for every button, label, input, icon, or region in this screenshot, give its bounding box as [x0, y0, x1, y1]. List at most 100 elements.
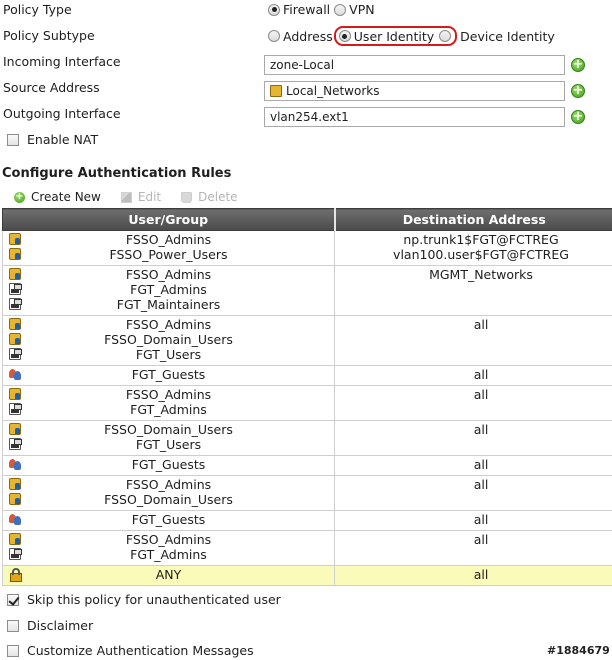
fsso-icon: [9, 533, 21, 545]
incoming-interface-field[interactable]: zone-Local: [264, 55, 565, 75]
add-source-address-icon[interactable]: +: [571, 84, 585, 98]
trash-icon: [181, 191, 193, 203]
user-group-cell[interactable]: FSSO_Admins FSSO_Domain_Users FGT_Users: [2, 315, 335, 366]
user-group-cell[interactable]: FGT_Guests: [2, 455, 335, 476]
table-header-row: User/Group Destination Address: [2, 208, 612, 231]
user-group-entry: FSSO_Domain_Users: [3, 332, 334, 347]
fgt-icon: [9, 548, 22, 560]
delete-button[interactable]: Delete: [181, 190, 238, 204]
user-group-name: FGT_Guests: [131, 457, 206, 472]
policy-type-firewall-option[interactable]: Firewall: [268, 2, 330, 17]
fsso-icon: [9, 233, 21, 245]
user-group-cell[interactable]: FSSO_Admins FSSO_Power_Users: [2, 230, 335, 266]
guest-icon: [9, 513, 21, 525]
table-row[interactable]: FSSO_Admins FSSO_Domain_Users FGT_Users all: [2, 315, 612, 366]
destination-address: all: [473, 317, 489, 332]
enable-nat-checkbox[interactable]: [7, 133, 19, 146]
fsso-icon: [9, 333, 21, 345]
fsso-icon: [9, 423, 21, 435]
user-group-cell[interactable]: FSSO_Admins FSSO_Domain_Users: [2, 475, 335, 511]
user-group-cell[interactable]: FSSO_Admins FGT_Admins: [2, 530, 335, 566]
destination-cell[interactable]: all: [334, 315, 612, 366]
fsso-icon: [9, 478, 21, 490]
destination-cell[interactable]: all: [334, 420, 612, 456]
user-group-entry: FSSO_Admins: [3, 232, 334, 247]
destination-cell[interactable]: np.trunk1$FGT@FCTREG vlan100.user$FGT@FCT…: [334, 230, 612, 266]
fsso-icon: [9, 248, 21, 260]
user-group-name: FSSO_Domain_Users: [104, 492, 233, 507]
address-group-icon: [270, 85, 282, 97]
destination-cell[interactable]: all: [334, 385, 612, 421]
destination-cell[interactable]: all: [334, 530, 612, 566]
user-group-entry: FGT_Guests: [3, 367, 334, 382]
destination-cell[interactable]: all: [334, 565, 612, 586]
column-header-user-group[interactable]: User/Group: [2, 208, 336, 231]
radio-selected-icon[interactable]: [268, 3, 280, 16]
destination-address: np.trunk1$FGT@FCTREG: [403, 232, 559, 247]
policy-type-vpn-option[interactable]: VPN: [334, 2, 375, 17]
destination-cell[interactable]: all: [334, 510, 612, 531]
auth-rules-toolbar: + Create New Edit Delete: [2, 187, 258, 207]
policy-subtype-device-identity-option[interactable]: Device Identity: [460, 29, 555, 44]
policy-type-radio-group: Firewall VPN: [268, 2, 379, 17]
add-incoming-interface-icon[interactable]: +: [571, 58, 585, 72]
table-row[interactable]: FSSO_Domain_Users FGT_Users all: [2, 420, 612, 456]
auth-rules-body: FSSO_Admins FSSO_Power_Users np.trunk1$FGT…: [2, 230, 612, 586]
user-group-name: FGT_Maintainers: [116, 297, 221, 312]
destination-cell[interactable]: all: [334, 475, 612, 511]
disclaimer-checkbox[interactable]: [7, 619, 19, 632]
add-outgoing-interface-icon[interactable]: +: [571, 110, 585, 124]
user-group-entry: FGT_Guests: [3, 457, 334, 472]
destination-address: MGMT_Networks: [429, 267, 533, 282]
radio-icon[interactable]: [268, 30, 280, 42]
table-row[interactable]: FSSO_Admins FSSO_Domain_Users all: [2, 475, 612, 511]
table-row[interactable]: FGT_Guests all: [2, 510, 612, 531]
destination-cell[interactable]: MGMT_Networks: [334, 265, 612, 316]
user-group-cell[interactable]: FGT_Guests: [2, 365, 335, 386]
user-group-name: FGT_Guests: [131, 367, 206, 382]
destination-cell[interactable]: all: [334, 365, 612, 386]
table-row[interactable]: FSSO_Admins FGT_Admins all: [2, 530, 612, 566]
incoming-interface-label: Incoming Interface: [3, 54, 121, 69]
edit-button[interactable]: Edit: [120, 190, 161, 204]
destination-address: vlan100.user$FGT@FCTREG: [393, 247, 569, 262]
source-address-field[interactable]: Local_Networks: [264, 81, 565, 101]
user-group-cell[interactable]: FSSO_Domain_Users FGT_Users: [2, 420, 335, 456]
destination-address: all: [473, 477, 489, 492]
user-group-name: FSSO_Domain_Users: [104, 332, 233, 347]
user-group-cell[interactable]: ANY: [2, 565, 335, 586]
radio-selected-icon[interactable]: [338, 30, 351, 42]
user-group-name: FGT_Users: [135, 347, 202, 362]
device-identity-radio-icon[interactable]: [439, 30, 452, 42]
create-new-button[interactable]: + Create New: [14, 190, 101, 204]
policy-subtype-address-option[interactable]: Address: [268, 29, 333, 44]
user-group-cell[interactable]: FGT_Guests: [2, 510, 335, 531]
user-group-entry: FSSO_Admins: [3, 317, 334, 332]
column-header-destination[interactable]: Destination Address: [334, 208, 612, 231]
image-watermark: #1884679: [547, 644, 610, 657]
table-row[interactable]: FGT_Guests all: [2, 455, 612, 476]
skip-unauth-checkbox[interactable]: [7, 593, 19, 606]
user-group-cell[interactable]: FSSO_Admins FGT_Admins FGT_Maintainers: [2, 265, 335, 316]
fgt-icon: [9, 283, 22, 295]
user-group-entry: FGT_Users: [3, 437, 334, 452]
destination-cell[interactable]: all: [334, 455, 612, 476]
outgoing-interface-field[interactable]: vlan254.ext1: [264, 107, 565, 127]
customize-messages-checkbox[interactable]: [7, 644, 19, 657]
skip-unauth-row: Skip this policy for unauthenticated use…: [7, 592, 281, 607]
table-row[interactable]: FSSO_Admins FGT_Admins FGT_Maintainers MGMT…: [2, 265, 612, 316]
user-group-entry: FSSO_Admins: [3, 477, 334, 492]
user-group-entry: FSSO_Domain_Users: [3, 422, 334, 437]
destination-address: all: [473, 532, 489, 547]
table-row[interactable]: FGT_Guests all: [2, 365, 612, 386]
auth-rules-table: User/Group Destination Address FSSO_Admi…: [2, 208, 612, 586]
table-row[interactable]: ANY all: [2, 565, 612, 586]
user-group-cell[interactable]: FSSO_Admins FGT_Admins: [2, 385, 335, 421]
table-row[interactable]: FSSO_Admins FSSO_Power_Users np.trunk1$FGT…: [2, 230, 612, 266]
source-address-label: Source Address: [3, 80, 100, 95]
policy-subtype-user-identity-option[interactable]: User Identity: [338, 29, 434, 44]
user-group-entry: FSSO_Admins: [3, 532, 334, 547]
table-row[interactable]: FSSO_Admins FGT_Admins all: [2, 385, 612, 421]
any-icon: [9, 568, 22, 582]
radio-icon[interactable]: [334, 3, 347, 16]
